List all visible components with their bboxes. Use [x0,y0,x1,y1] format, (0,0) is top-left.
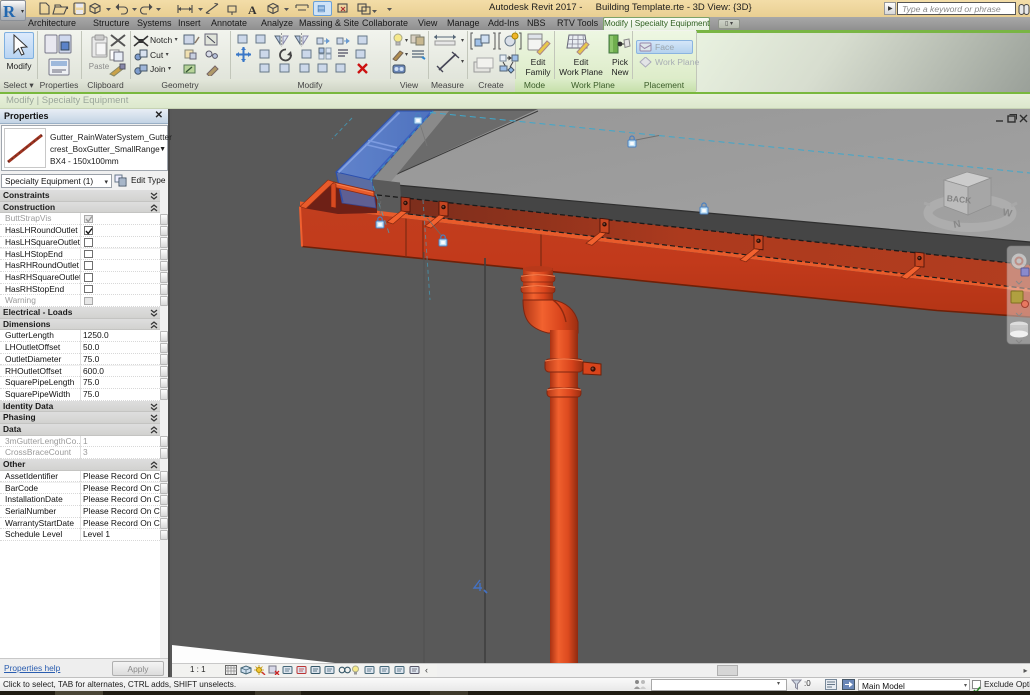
svg-text:A: A [248,3,257,16]
